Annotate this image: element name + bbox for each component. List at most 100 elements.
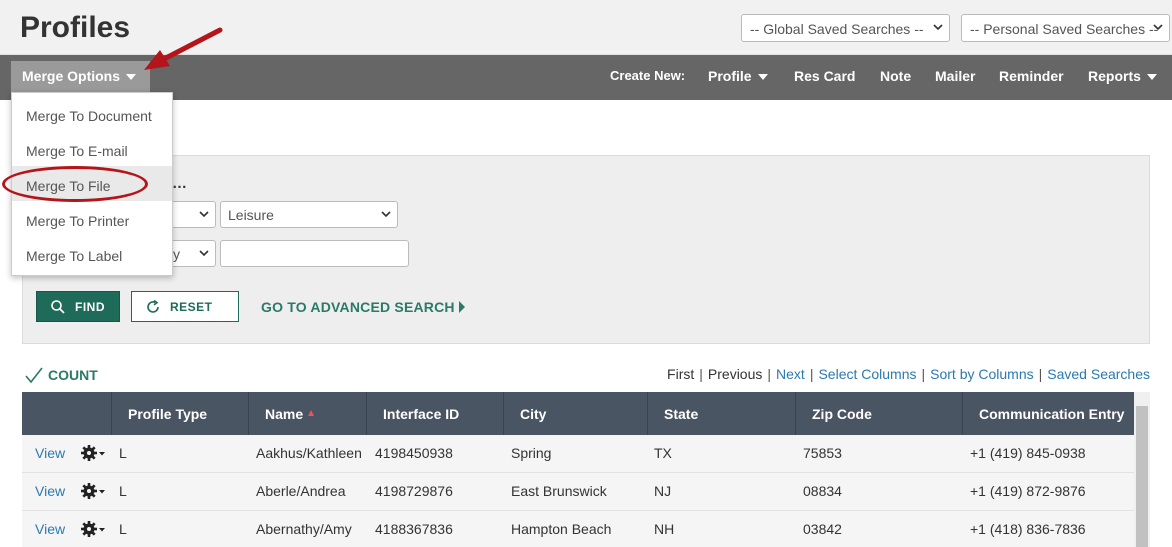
column-header-name-label: Name <box>265 406 304 422</box>
cell-interface-id: 4198729876 <box>375 483 453 499</box>
chevron-down-icon <box>199 250 209 257</box>
create-profile-menu[interactable]: Profile <box>708 68 768 84</box>
pager-first[interactable]: First <box>667 366 694 382</box>
cell-state: NH <box>654 521 675 537</box>
global-saved-searches-select[interactable]: -- Global Saved Searches -- <box>741 14 950 42</box>
sort-by-columns-link[interactable]: Sort by Columns <box>930 366 1033 382</box>
column-header-name[interactable]: Name ▲ <box>248 392 366 435</box>
create-profile-label: Profile <box>708 68 752 84</box>
chevron-down-icon <box>933 24 943 31</box>
pager-separator: | <box>699 366 703 382</box>
count-label: COUNT <box>48 367 98 383</box>
cell-communication-entry: +1 (418) 836-7836 <box>970 521 1086 537</box>
merge-options-label: Merge Options <box>22 68 121 84</box>
search-operator-value: y <box>173 246 180 262</box>
cell-city: Hampton Beach <box>511 521 612 537</box>
view-link[interactable]: View <box>35 483 65 499</box>
gear-dropdown-icon[interactable] <box>80 519 108 539</box>
pagination-bar: First | Previous | Next | Select Columns | Sort … <box>667 366 1150 382</box>
page-title: Profiles <box>20 11 131 44</box>
scrollbar-thumb[interactable] <box>1136 406 1148 547</box>
results-table: Profile Type Name ▲ Interface ID City Sta… <box>22 392 1150 547</box>
cell-state: NJ <box>654 483 672 499</box>
table-row: View L Aberle/Andrea 4198729876 East Bru… <box>22 473 1134 511</box>
cell-zip-code: 75853 <box>803 445 842 461</box>
checkmark-icon <box>25 367 43 384</box>
saved-searches-link[interactable]: Saved Searches <box>1047 366 1150 382</box>
reports-menu[interactable]: Reports <box>1088 68 1157 84</box>
cell-interface-id: 4188367836 <box>375 521 453 537</box>
search-category-value: Leisure <box>228 207 274 223</box>
advanced-search-label: GO TO ADVANCED SEARCH <box>261 299 455 315</box>
cell-name: Aberle/Andrea <box>256 483 346 499</box>
cell-state: TX <box>654 445 672 461</box>
cell-name: Aakhus/Kathleen <box>256 445 362 461</box>
column-header-interface-id[interactable]: Interface ID <box>366 392 503 435</box>
gear-dropdown-icon[interactable] <box>80 443 108 463</box>
menu-item-merge-to-email[interactable]: Merge To E-mail <box>12 131 172 166</box>
cell-profile-type: L <box>119 445 127 461</box>
menu-item-merge-to-label[interactable]: Merge To Label <box>12 236 172 271</box>
search-text-input[interactable] <box>220 240 409 267</box>
cell-communication-entry: +1 (419) 845-0938 <box>970 445 1086 461</box>
menu-item-merge-to-document[interactable]: Merge To Document <box>12 96 172 131</box>
cell-communication-entry: +1 (419) 872-9876 <box>970 483 1086 499</box>
table-row: View L Abernathy/Amy 4188367836 Hampton … <box>22 511 1134 547</box>
view-link[interactable]: View <box>35 445 65 461</box>
column-header-state[interactable]: State <box>647 392 795 435</box>
column-header-city[interactable]: City <box>503 392 647 435</box>
personal-saved-searches-select[interactable]: -- Personal Saved Searches -- <box>961 14 1170 42</box>
highlight-oval-annotation <box>2 166 148 202</box>
pager-separator: | <box>1038 366 1043 382</box>
caret-down-icon <box>1146 74 1157 81</box>
cell-profile-type: L <box>119 521 127 537</box>
cell-zip-code: 08834 <box>803 483 842 499</box>
merge-options-button[interactable]: Merge Options <box>11 61 150 92</box>
menu-item-merge-to-printer[interactable]: Merge To Printer <box>12 201 172 236</box>
global-saved-searches-value: -- Global Saved Searches -- <box>750 21 924 37</box>
sort-ascending-icon: ▲ <box>306 408 317 419</box>
create-res-card-link[interactable]: Res Card <box>794 68 855 84</box>
table-header: Profile Type Name ▲ Interface ID City Sta… <box>22 392 1134 435</box>
red-arrow-annotation <box>144 27 223 70</box>
pager-separator: | <box>767 366 772 382</box>
cell-city: East Brunswick <box>511 483 607 499</box>
advanced-search-link[interactable]: GO TO ADVANCED SEARCH <box>261 299 465 315</box>
pager-previous[interactable]: Previous <box>708 366 762 382</box>
cell-profile-type: L <box>119 483 127 499</box>
table-row: View L Aakhus/Kathleen 4198450938 Spring… <box>22 435 1134 473</box>
view-link[interactable]: View <box>35 521 65 537</box>
refresh-icon <box>147 299 159 313</box>
count-link[interactable]: COUNT <box>24 365 98 385</box>
column-header-communication-entry[interactable]: Communication Entry <box>962 392 1134 435</box>
find-label: FIND <box>75 300 105 314</box>
pager-next[interactable]: Next <box>776 366 805 382</box>
search-heading-partial: … <box>172 175 187 192</box>
cell-city: Spring <box>511 445 552 461</box>
search-category-select[interactable]: Leisure <box>220 201 398 228</box>
create-reminder-link[interactable]: Reminder <box>999 68 1064 84</box>
find-button[interactable]: FIND <box>36 291 120 322</box>
column-header-profile-type[interactable]: Profile Type <box>111 392 248 435</box>
personal-saved-searches-value: -- Personal Saved Searches -- <box>970 21 1159 37</box>
column-header-actions <box>22 392 111 435</box>
reset-label: RESET <box>170 300 213 314</box>
pager-separator: | <box>809 366 814 382</box>
table-scrollbar[interactable] <box>1134 392 1150 547</box>
create-mailer-link[interactable]: Mailer <box>935 68 975 84</box>
reports-label: Reports <box>1088 68 1141 84</box>
search-icon <box>51 300 65 314</box>
reset-button[interactable]: RESET <box>131 291 239 322</box>
pager-separator: | <box>921 366 926 382</box>
cell-interface-id: 4198450938 <box>375 445 453 461</box>
column-header-zip-code[interactable]: Zip Code <box>795 392 962 435</box>
chevron-down-icon <box>1153 24 1163 31</box>
chevron-down-icon <box>199 211 209 218</box>
select-columns-link[interactable]: Select Columns <box>818 366 916 382</box>
create-note-link[interactable]: Note <box>880 68 911 84</box>
caret-down-icon <box>126 74 137 81</box>
gear-dropdown-icon[interactable] <box>80 481 108 501</box>
caret-down-icon <box>757 74 768 81</box>
cell-zip-code: 03842 <box>803 521 842 537</box>
cell-name: Abernathy/Amy <box>256 521 352 537</box>
